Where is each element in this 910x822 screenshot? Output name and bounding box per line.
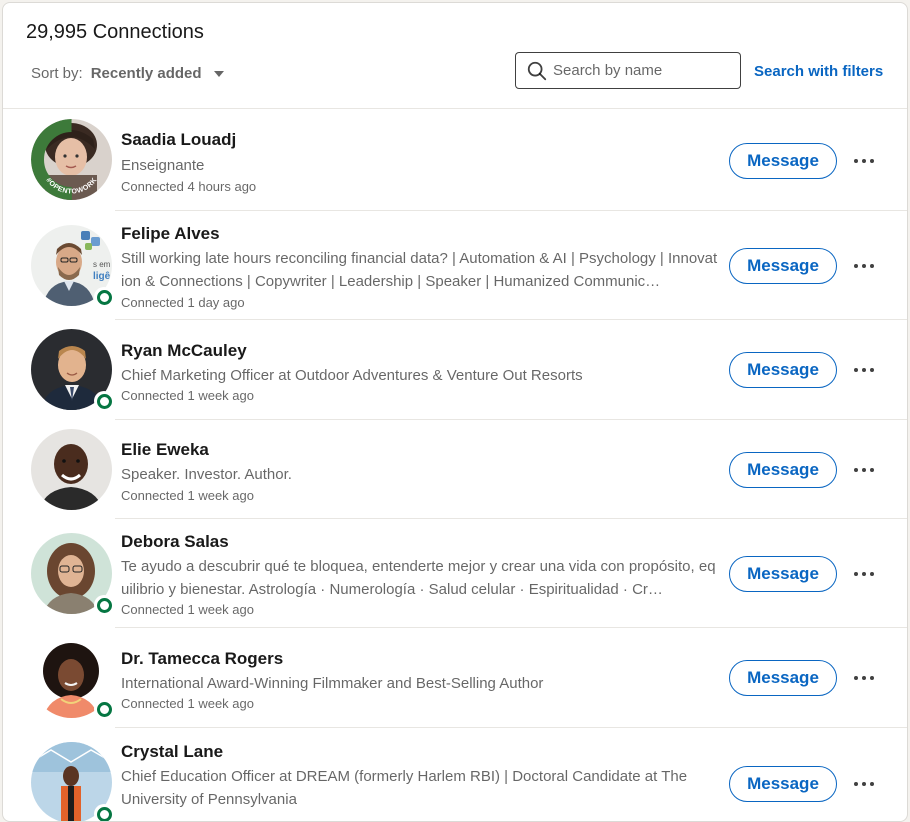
avatar[interactable]: s em ligê	[31, 225, 114, 307]
connection-name[interactable]: Debora Salas	[121, 532, 229, 552]
online-status-icon	[94, 699, 114, 719]
caret-down-icon[interactable]	[213, 70, 224, 77]
connection-date: Connected 1 week ago	[121, 696, 254, 711]
connection-headline: Enseignante	[121, 157, 205, 174]
connection-row: Debora Salas Te ayudo a descubrir qué te…	[3, 519, 907, 628]
connection-name[interactable]: Elie Eweka	[121, 440, 209, 460]
search-input[interactable]	[553, 62, 733, 79]
connection-date: Connected 1 week ago	[121, 388, 254, 403]
more-options-icon[interactable]	[849, 559, 879, 589]
connections-card: 29,995 Connections Sort by: Recently add…	[2, 2, 908, 822]
connection-row: Crystal Lane Chief Education Officer at …	[3, 728, 907, 821]
search-with-filters-link[interactable]: Search with filters	[754, 63, 883, 80]
more-options-icon[interactable]	[849, 455, 879, 485]
more-options-icon[interactable]	[849, 769, 879, 799]
avatar[interactable]	[31, 429, 112, 510]
connection-row: Dr. Tamecca Rogers International Award-W…	[3, 628, 907, 728]
connection-date: Connected 1 week ago	[121, 488, 254, 503]
avatar[interactable]	[31, 742, 114, 821]
connection-date: Connected 1 week ago	[121, 602, 254, 617]
connection-date: Connected 1 day ago	[121, 295, 245, 310]
avatar[interactable]	[31, 329, 114, 411]
svg-text:ligê: ligê	[93, 271, 111, 282]
online-status-icon	[94, 391, 114, 411]
message-button[interactable]: Message	[729, 352, 837, 388]
connection-name[interactable]: Ryan McCauley	[121, 341, 247, 361]
connections-count: 29,995 Connections	[26, 21, 204, 43]
connection-headline: Still working late hours reconciling fin…	[121, 250, 718, 290]
connection-row: s em ligê Felipe Alves Still working lat…	[3, 211, 907, 320]
sort-label: Sort by:	[31, 65, 83, 82]
connection-name[interactable]: Saadia Louadj	[121, 130, 236, 150]
online-status-icon	[94, 287, 114, 307]
connection-name[interactable]: Crystal Lane	[121, 742, 223, 762]
message-button[interactable]: Message	[729, 248, 837, 284]
connection-row: #OPENTOWORK Saadia Louadj Enseignante Co…	[3, 110, 907, 211]
connection-headline: Chief Marketing Officer at Outdoor Adven…	[121, 367, 583, 384]
connections-header: 29,995 Connections Sort by: Recently add…	[3, 3, 907, 109]
sort-by: Sort by: Recently added	[31, 65, 224, 82]
connection-headline: Speaker. Investor. Author.	[121, 466, 292, 483]
avatar[interactable]	[31, 637, 114, 719]
message-button[interactable]: Message	[729, 766, 837, 802]
connection-row: Ryan McCauley Chief Marketing Officer at…	[3, 320, 907, 420]
connection-headline: International Award-Winning Filmmaker an…	[121, 675, 544, 692]
avatar[interactable]: #OPENTOWORK	[31, 119, 112, 200]
message-button[interactable]: Message	[729, 660, 837, 696]
connection-date: Connected 4 hours ago	[121, 179, 257, 194]
avatar[interactable]	[31, 533, 114, 615]
svg-text:s em: s em	[93, 260, 111, 269]
sort-dropdown[interactable]: Recently added	[91, 65, 202, 82]
online-status-icon	[94, 595, 114, 615]
connection-headline: Te ayudo a descubrir qué te bloquea, ent…	[121, 558, 716, 598]
more-options-icon[interactable]	[849, 146, 879, 176]
connection-name[interactable]: Felipe Alves	[121, 224, 220, 244]
message-button[interactable]: Message	[729, 556, 837, 592]
connection-name[interactable]: Dr. Tamecca Rogers	[121, 649, 283, 669]
connection-headline: Chief Education Officer at DREAM (former…	[121, 768, 688, 808]
search-icon	[527, 61, 547, 80]
search-box[interactable]	[515, 52, 741, 89]
message-button[interactable]: Message	[729, 452, 837, 488]
connection-row: Elie Eweka Speaker. Investor. Author. Co…	[3, 420, 907, 519]
more-options-icon[interactable]	[849, 251, 879, 281]
more-options-icon[interactable]	[849, 663, 879, 693]
online-status-icon	[94, 804, 114, 821]
message-button[interactable]: Message	[729, 143, 837, 179]
more-options-icon[interactable]	[849, 355, 879, 385]
